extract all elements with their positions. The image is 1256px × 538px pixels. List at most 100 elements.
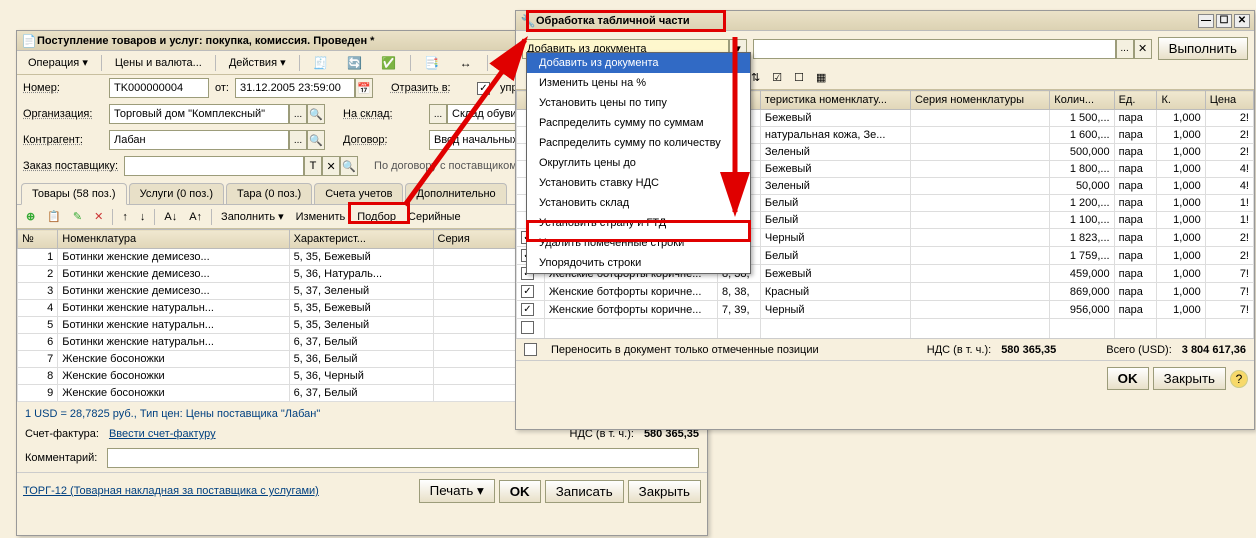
org-search-icon[interactable]: 🔍	[307, 104, 325, 124]
actions-menu[interactable]: Действия ▾	[222, 53, 293, 72]
upr-checkbox[interactable]: ✓	[477, 82, 490, 95]
dropdown-item[interactable]: Установить цены по типу	[527, 93, 750, 113]
dropdown-item[interactable]: Установить склад	[527, 193, 750, 213]
check-all-icon[interactable]: ☑	[767, 69, 787, 86]
sort-asc-icon[interactable]: A↓	[159, 209, 182, 225]
refresh-icon[interactable]: 🔄	[340, 52, 370, 74]
order-supplier-label: Заказ поставщику:	[23, 160, 118, 172]
fcol-price[interactable]: Цена	[1205, 91, 1253, 110]
tab-services[interactable]: Услуги (0 поз.)	[129, 183, 224, 204]
dropdown-item[interactable]: Упорядочить строки	[527, 253, 750, 273]
number-input[interactable]	[109, 78, 209, 98]
transfer-checkbox[interactable]	[524, 343, 537, 356]
check-icon[interactable]: ✅	[374, 52, 404, 74]
edit-row-icon[interactable]: ✎	[68, 208, 87, 225]
tab-accounts[interactable]: Счета учетов	[314, 183, 403, 204]
torg12-link[interactable]: ТОРГ-12 (Товарная накладная за поставщик…	[23, 485, 319, 497]
uncheck-all-icon[interactable]: ☐	[789, 69, 809, 86]
param-ellipsis[interactable]: ...	[1116, 39, 1134, 59]
execute-button[interactable]: Выполнить	[1158, 37, 1248, 60]
minimize-icon[interactable]: —	[1198, 14, 1214, 28]
col-series[interactable]: Серия	[433, 230, 519, 249]
front-total: 3 804 617,36	[1182, 344, 1246, 356]
dropdown-item[interactable]: Распределить сумму по суммам	[527, 113, 750, 133]
fcol-series[interactable]: Серия номенклатуры	[910, 91, 1049, 110]
action-dropdown: Добавить из документаИзменить цены на %У…	[526, 52, 751, 274]
ok-button[interactable]: OK	[499, 480, 541, 503]
serial-button[interactable]: Серийные	[403, 209, 466, 225]
structure-icon[interactable]: 📑	[417, 52, 447, 74]
fill-button[interactable]: Заполнить ▾	[216, 208, 289, 225]
transfer-label: Переносить в документ только отмеченные …	[551, 344, 819, 356]
org-input[interactable]	[109, 104, 289, 124]
tab-additional[interactable]: Дополнительно	[405, 183, 506, 204]
contragent-ellipsis[interactable]: ...	[289, 130, 307, 150]
help-icon[interactable]: ?	[1230, 370, 1248, 388]
contragent-input[interactable]	[109, 130, 289, 150]
org-ellipsis[interactable]: ...	[289, 104, 307, 124]
tab-goods[interactable]: Товары (58 поз.)	[21, 183, 127, 205]
contragent-search-icon[interactable]: 🔍	[307, 130, 325, 150]
move-up-icon[interactable]: ↑	[117, 209, 133, 225]
dropdown-item[interactable]: Округлить цены до	[527, 153, 750, 173]
front-window-titlebar: 🔧 Обработка табличной части — ☐ ✕	[516, 11, 1254, 31]
fcol-char[interactable]: теристика номенклату...	[760, 91, 910, 110]
move-down-icon[interactable]: ↓	[135, 209, 151, 225]
post-icon[interactable]: 🧾	[306, 52, 336, 74]
param-input[interactable]	[753, 39, 1116, 59]
filter-icon[interactable]: ▦	[811, 69, 831, 86]
invoice-link[interactable]: Ввести счет-фактуру	[109, 428, 216, 440]
col-nomen[interactable]: Номенклатура	[58, 230, 289, 249]
comment-label: Комментарий:	[25, 452, 97, 464]
copy-row-icon[interactable]: 📋	[42, 208, 66, 225]
fcol-ed[interactable]: Ед.	[1114, 91, 1157, 110]
back-title: Поступление товаров и услуг: покупка, ко…	[37, 35, 374, 47]
doc-icon: 📄	[21, 33, 37, 49]
add-row-icon[interactable]: ⊕	[21, 208, 40, 225]
sort-desc-icon[interactable]: A↑	[184, 209, 207, 225]
date-picker-icon[interactable]: 📅	[355, 78, 373, 98]
delete-row-icon[interactable]: ✕	[89, 208, 108, 225]
dropdown-item[interactable]: Установить ставку НДС	[527, 173, 750, 193]
table-row[interactable]: ✓Женские ботфорты коричне...8, 38, Красн…	[517, 283, 1254, 301]
number-label: Номер:	[23, 82, 103, 94]
change-button[interactable]: Изменить	[291, 209, 351, 225]
date-input[interactable]	[235, 78, 355, 98]
dropdown-item[interactable]: Установить страну и ГТД	[527, 213, 750, 233]
reflect-label: Отразить в:	[391, 82, 471, 94]
dropdown-item[interactable]: Распределить сумму по количеству	[527, 133, 750, 153]
maximize-icon[interactable]: ☐	[1216, 14, 1232, 28]
fcol-k[interactable]: К.	[1157, 91, 1205, 110]
operation-menu[interactable]: Операция ▾	[21, 53, 95, 72]
param-clear-icon[interactable]: ✕	[1134, 39, 1152, 59]
comment-input[interactable]	[107, 448, 699, 468]
order-input[interactable]	[124, 156, 304, 176]
dropdown-item[interactable]: Удалить помеченные строки	[527, 233, 750, 253]
order-search-icon[interactable]: 🔍	[340, 156, 358, 176]
close-button[interactable]: Закрыть	[628, 480, 701, 503]
print-button[interactable]: Печать ▾	[419, 479, 495, 503]
front-close-button[interactable]: Закрыть	[1153, 367, 1226, 390]
col-char[interactable]: Характерист...	[289, 230, 433, 249]
clear-icon[interactable]: ✕	[322, 156, 340, 176]
save-button[interactable]: Записать	[545, 480, 624, 503]
prices-currency-button[interactable]: Цены и валюта...	[108, 54, 209, 72]
arrow-icon[interactable]: ↔	[451, 52, 481, 74]
front-ok-button[interactable]: OK	[1107, 367, 1149, 390]
dropdown-item[interactable]: Изменить цены на %	[527, 73, 750, 93]
pick-button[interactable]: Подбор	[352, 209, 401, 225]
row-checkbox[interactable]: ✓	[521, 303, 534, 316]
warehouse-ellipsis[interactable]: ...	[429, 104, 447, 124]
front-title: Обработка табличной части	[536, 15, 690, 27]
text-icon[interactable]: T	[304, 156, 322, 176]
close-icon[interactable]: ✕	[1234, 14, 1250, 28]
dropdown-item[interactable]: Добавить из документа	[527, 53, 750, 73]
table-row[interactable]	[517, 319, 1254, 339]
row-checkbox[interactable]	[521, 321, 534, 334]
fcol-qty[interactable]: Колич...	[1050, 91, 1114, 110]
row-checkbox[interactable]: ✓	[521, 285, 534, 298]
table-row[interactable]: ✓Женские ботфорты коричне...7, 39, Черны…	[517, 301, 1254, 319]
tab-tara[interactable]: Тара (0 поз.)	[226, 183, 312, 204]
col-n[interactable]: №	[18, 230, 58, 249]
contract-note: По договору с поставщиком	[374, 160, 517, 172]
